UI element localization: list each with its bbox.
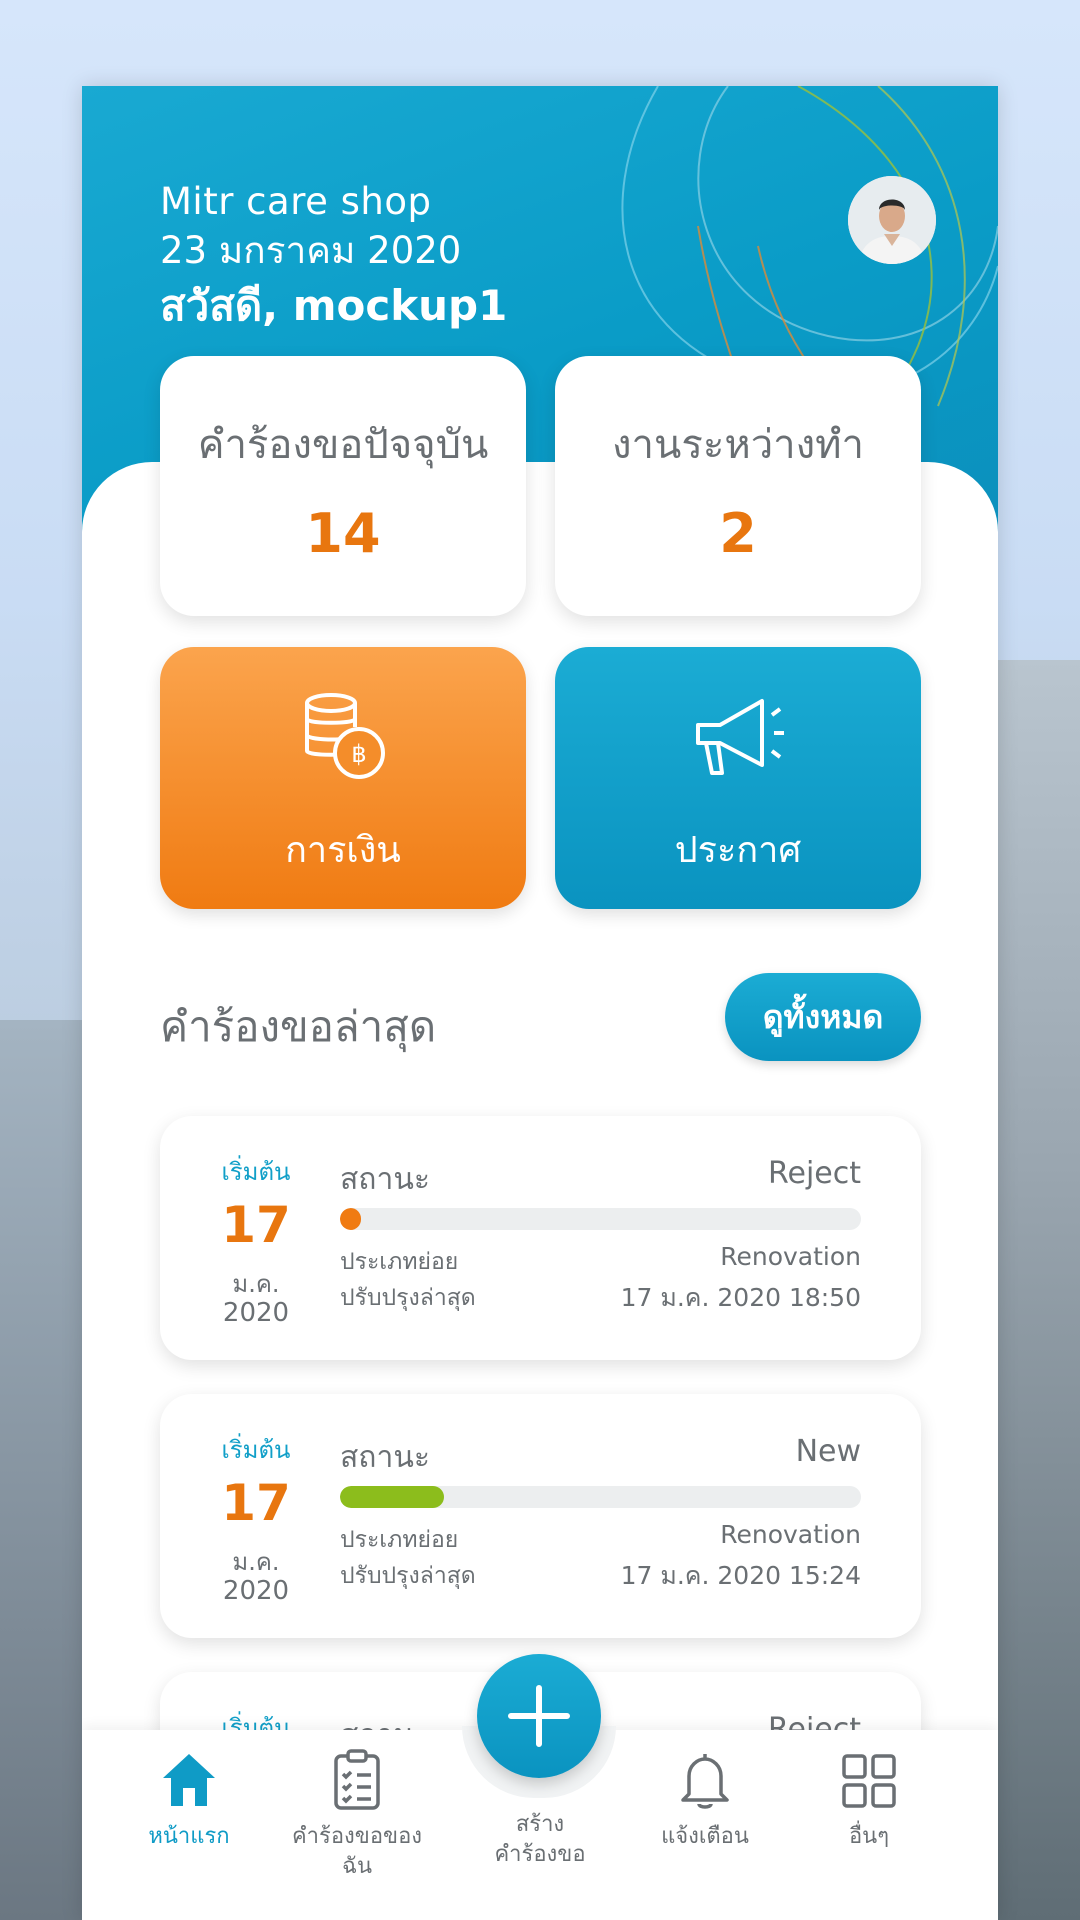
- start-label: เริ่มต้น: [221, 1436, 291, 1464]
- stat-label: งานระหว่างทำ: [612, 422, 864, 468]
- nav-create-label-2: คำร้องขอ: [494, 1842, 586, 1867]
- header-info: Mitr care shop 23 มกราคม 2020 สวัสดี, mo…: [160, 178, 507, 336]
- grid-icon: [842, 1754, 896, 1808]
- nav-home[interactable]: หน้าแรก: [104, 1730, 274, 1852]
- stat-current-requests[interactable]: คำร้องขอปัจจุบัน 14: [160, 356, 526, 616]
- svg-text:฿: ฿: [351, 740, 366, 768]
- nav-create-label-1: สร้าง: [515, 1812, 565, 1837]
- app-screen: Mitr care shop 23 มกราคม 2020 สวัสดี, mo…: [82, 86, 998, 1920]
- clipboard-icon: [334, 1749, 380, 1810]
- nav-my-requests-label-2: ฉัน: [341, 1854, 373, 1879]
- status-value: New: [795, 1434, 861, 1469]
- announcement-button[interactable]: ประกาศ: [555, 647, 921, 909]
- announcement-label: ประกาศ: [674, 830, 802, 871]
- nav-notifications[interactable]: แจ้งเตือน: [620, 1730, 790, 1852]
- start-day: 17: [221, 1196, 291, 1254]
- plus-icon: [508, 1685, 570, 1747]
- stat-label: คำร้องขอปัจจุบัน: [197, 422, 489, 468]
- start-year: 2020: [222, 1298, 290, 1328]
- nav-home-label: หน้าแรก: [148, 1824, 230, 1849]
- updated-label: ปรับปรุงล่าสุด: [340, 1285, 476, 1311]
- start-day: 17: [221, 1474, 291, 1532]
- subtype-label: ประเภทย่อย: [340, 1527, 459, 1553]
- latest-requests-title: คำร้องขอล่าสุด: [160, 1002, 437, 1051]
- subtype-label: ประเภทย่อย: [340, 1249, 459, 1275]
- start-year: 2020: [222, 1576, 290, 1606]
- create-request-fab[interactable]: [477, 1654, 601, 1778]
- background-city-left: [0, 1020, 82, 1920]
- status-label: สถานะ: [340, 1440, 430, 1475]
- view-all-button[interactable]: ดูทั้งหมด: [725, 973, 921, 1061]
- status-value: Reject: [767, 1156, 861, 1191]
- status-progress-fill: [340, 1208, 361, 1230]
- home-icon: [163, 1754, 215, 1806]
- updated-value: 17 ม.ค. 2020 15:24: [620, 1561, 861, 1590]
- stat-in-progress[interactable]: งานระหว่างทำ 2: [555, 356, 921, 616]
- start-label: เริ่มต้น: [221, 1158, 291, 1186]
- coins-baht-icon: ฿: [305, 693, 385, 779]
- nav-create-request[interactable]: สร้าง คำร้องขอ: [455, 1810, 625, 1870]
- bell-icon: [681, 1754, 729, 1809]
- stat-value: 14: [305, 502, 381, 565]
- finance-label: การเงิน: [285, 830, 401, 871]
- updated-value: 17 ม.ค. 2020 18:50: [620, 1283, 861, 1312]
- subtype-value: Renovation: [720, 1520, 861, 1549]
- megaphone-icon: [696, 699, 784, 775]
- request-card[interactable]: เริ่มต้น 17 ม.ค. 2020 สถานะ New ประเภทย่…: [160, 1394, 921, 1638]
- status-progress-fill: [340, 1486, 445, 1508]
- background-city-right: [998, 660, 1080, 1920]
- nav-my-requests-label-1: คำร้องขอของ: [291, 1824, 423, 1849]
- shop-name: Mitr care shop: [160, 180, 432, 223]
- stat-value: 2: [719, 502, 757, 565]
- user-avatar-icon: [848, 176, 936, 264]
- avatar[interactable]: [848, 176, 936, 264]
- nav-more[interactable]: อื่นๆ: [784, 1730, 954, 1852]
- nav-more-label: อื่นๆ: [848, 1824, 890, 1849]
- subtype-value: Renovation: [720, 1242, 861, 1271]
- current-date: 23 มกราคม 2020: [160, 229, 462, 272]
- updated-label: ปรับปรุงล่าสุด: [340, 1563, 476, 1589]
- finance-button[interactable]: ฿ การเงิน: [160, 647, 526, 909]
- status-progress-bar: [340, 1208, 861, 1230]
- greeting: สวัสดี, mockup1: [160, 281, 508, 330]
- nav-my-requests[interactable]: คำร้องขอของ ฉัน: [272, 1730, 442, 1882]
- nav-notifications-label: แจ้งเตือน: [661, 1824, 749, 1849]
- request-card[interactable]: เริ่มต้น 17 ม.ค. 2020 สถานะ Reject ประเภ…: [160, 1116, 921, 1360]
- status-progress-bar: [340, 1486, 861, 1508]
- status-label: สถานะ: [340, 1162, 430, 1197]
